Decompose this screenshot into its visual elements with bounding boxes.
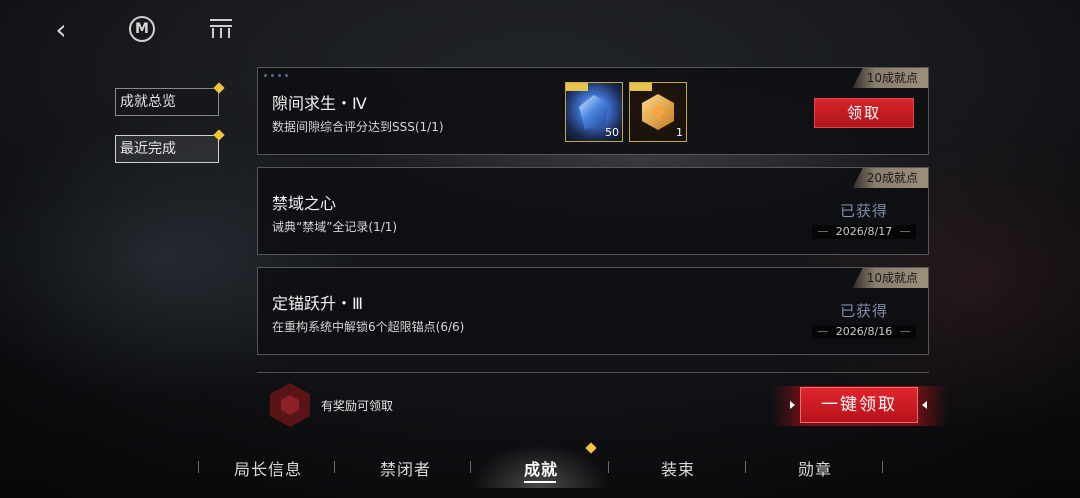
reward-tag <box>630 83 652 91</box>
arrow-right-icon <box>790 401 795 409</box>
reward-tag <box>566 83 588 91</box>
nav-separator <box>882 461 883 473</box>
nav-item-prisoners[interactable]: 禁闭者 <box>380 456 431 480</box>
divider <box>257 372 929 373</box>
nav-item-outfits[interactable]: 装束 <box>661 456 695 480</box>
chevron-left-icon[interactable]: ‹ <box>46 13 76 46</box>
achievement-desc: 数据间隙综合评分达到SSS(1/1) <box>272 120 444 134</box>
blue-crystal-icon <box>579 95 609 129</box>
points-badge: 10成就点 <box>852 68 928 88</box>
active-underline <box>524 481 556 483</box>
achievement-card: 禁域之心 诫典“禁域”全记录(1/1) 20成就点 已获得 2026/8/17 <box>257 167 929 255</box>
achievement-card: 隙间求生・Ⅳ 数据间隙综合评分达到SSS(1/1) 50 1 10成就点 领取 <box>257 67 929 155</box>
achievement-title: 隙间求生・Ⅳ <box>272 94 367 113</box>
nav-separator <box>198 461 199 473</box>
bottom-nav: 局长信息 禁闭者 成就 装束 勋章 <box>0 442 1080 488</box>
tab-label: 最近完成 <box>120 141 176 157</box>
achievement-title: 禁域之心 <box>272 194 337 213</box>
points-badge: 10成就点 <box>852 268 928 288</box>
claim-all-button[interactable]: 一键领取 <box>800 387 918 423</box>
grid-menu-icon[interactable] <box>206 14 236 44</box>
tab-label: 成就总览 <box>120 94 176 110</box>
obtained-date: 2026/8/17 <box>812 225 916 239</box>
nav-item-medals[interactable]: 勋章 <box>798 456 832 480</box>
nav-separator <box>608 461 609 473</box>
obtained-date: 2026/8/16 <box>812 325 916 339</box>
nav-separator <box>334 461 335 473</box>
reward-box-icon <box>270 383 310 427</box>
achievement-title: 定锚跃升・Ⅲ <box>272 294 364 313</box>
decor-dots <box>264 74 288 77</box>
gold-hexagon-icon <box>642 94 674 130</box>
achievement-desc: 诫典“禁域”全记录(1/1) <box>272 220 398 234</box>
tab-achievement-overview[interactable]: 成就总览 <box>115 82 225 116</box>
reward-item[interactable]: 50 <box>565 82 623 142</box>
tab-recently-completed[interactable]: 最近完成 <box>115 129 225 163</box>
obtained-label: 已获得 <box>839 202 888 220</box>
nav-separator <box>745 461 746 473</box>
reward-hint-text: 有奖励可领取 <box>321 399 394 413</box>
reward-item[interactable]: 1 <box>629 82 687 142</box>
top-bar: ‹ M <box>0 0 260 60</box>
claim-button[interactable]: 领取 <box>814 98 914 128</box>
obtained-label: 已获得 <box>839 302 888 320</box>
reward-count: 1 <box>676 126 683 139</box>
obtained-status: 已获得 2026/8/17 <box>812 200 916 239</box>
achievement-desc: 在重构系统中解锁6个超限锚点(6/6) <box>272 320 465 334</box>
nav-item-achievements[interactable]: 成就 <box>524 456 558 480</box>
nav-item-director-info[interactable]: 局长信息 <box>234 456 302 480</box>
m-emblem-icon[interactable]: M <box>127 14 157 44</box>
reward-count: 50 <box>605 126 619 139</box>
achievement-card: 定锚跃升・Ⅲ 在重构系统中解锁6个超限锚点(6/6) 10成就点 已获得 202… <box>257 267 929 355</box>
notification-dot <box>213 129 225 141</box>
notification-dot <box>213 82 225 94</box>
nav-separator <box>470 461 471 473</box>
points-badge: 20成就点 <box>852 168 928 188</box>
obtained-status: 已获得 2026/8/16 <box>812 300 916 339</box>
arrow-left-icon <box>922 401 927 409</box>
